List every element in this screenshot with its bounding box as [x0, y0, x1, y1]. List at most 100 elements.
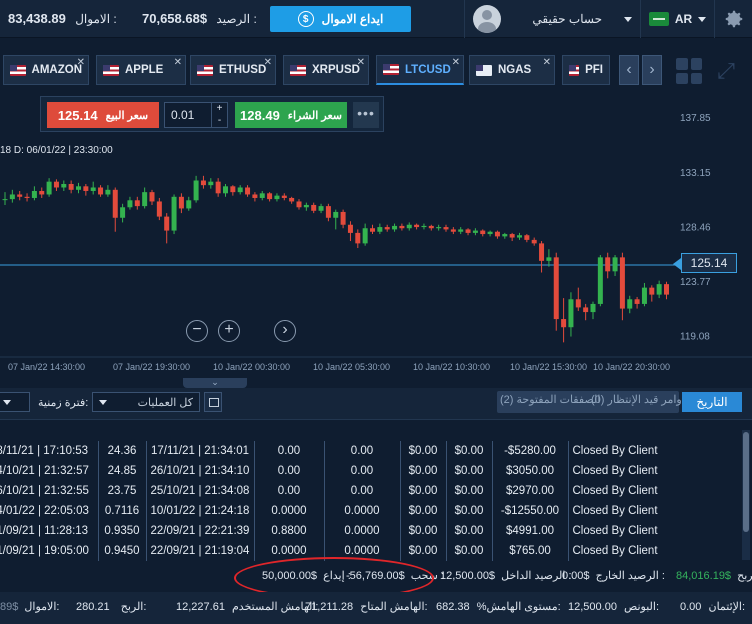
deposit-funds-button[interactable]: $ ايداع الاموال	[270, 6, 411, 32]
tab-ltcusd[interactable]: LTCUSD ✕	[376, 55, 464, 85]
us-flag-icon	[569, 64, 580, 76]
scrollbar[interactable]	[742, 430, 750, 560]
candle-body	[458, 229, 464, 232]
layout-grid-icon[interactable]	[676, 58, 702, 84]
candle-body	[237, 187, 243, 193]
close-time-cell: 10/01/22 | 21:24:18	[146, 501, 255, 521]
swap-cell: $0.00	[400, 461, 447, 481]
tab-ethusd[interactable]: ETHUSD ✕	[190, 55, 276, 85]
more-options-button[interactable]: •••	[353, 102, 379, 128]
tab-amazon[interactable]: AMAZON ✕	[3, 55, 89, 85]
tab-apple[interactable]: APPLE ✕	[96, 55, 186, 85]
tab-open-positions[interactable]: الصفقات المفتوحة (2)	[500, 393, 600, 406]
open-time-cell: 06/10/21 | 21:32:55	[0, 481, 99, 501]
candle-body	[274, 195, 280, 200]
close-icon[interactable]: ✕	[77, 57, 85, 68]
table-row[interactable]: 06/10/21 | 21:32:5523.7525/10/21 | 21:34…	[0, 481, 662, 501]
take-profit-cell: 0.0000	[324, 521, 401, 541]
table-row[interactable]: 08/11/21 | 17:10:5324.3617/11/21 | 21:34…	[0, 441, 662, 461]
status-cell: Closed By Client	[572, 505, 658, 517]
profit-cell: $3050.00	[492, 461, 569, 481]
status-cell: Closed By Client	[572, 445, 658, 457]
table-row[interactable]: 04/01/22 | 22:05:030.711610/01/22 | 21:2…	[0, 501, 662, 521]
candle-body	[68, 183, 74, 190]
close-time-cell: 22/09/21 | 21:19:04	[146, 541, 255, 561]
stepper-buttons[interactable]: + -	[211, 103, 227, 127]
fullscreen-icon[interactable]: ⤢	[713, 58, 739, 84]
open-price-cell: 0.9350	[98, 521, 147, 541]
candle-body	[517, 235, 522, 238]
close-icon[interactable]: ✕	[264, 57, 272, 68]
scroll-chart-button[interactable]: ›	[274, 320, 296, 342]
tab-ngas[interactable]: NGAS ✕	[469, 55, 555, 85]
tab-label: LTCUSD	[405, 63, 451, 76]
commission-cell: $0.00	[446, 461, 493, 481]
settings-button[interactable]	[714, 0, 752, 38]
candle-body	[281, 195, 287, 198]
open-time-cell: 04/10/21 | 21:32:57	[0, 461, 99, 481]
lot-size-stepper[interactable]: 0.01 + -	[164, 102, 228, 128]
candle-body	[605, 257, 611, 272]
timeframe-select[interactable]	[0, 392, 30, 412]
candle-body	[450, 229, 456, 232]
x-tick-label: 07 Jan/22 14:30:00	[8, 362, 85, 372]
gear-icon	[725, 10, 742, 28]
close-icon[interactable]: ✕	[452, 57, 460, 68]
footer-profit-value: 280.21	[76, 601, 110, 613]
candle-body	[149, 192, 155, 202]
top-bar: 83,438.89 الاموال : 70,658.68$ الرصيد : …	[0, 0, 752, 38]
tabs-scroll-left-button[interactable]: ‹	[619, 55, 639, 85]
table-row[interactable]: 21/09/21 | 11:28:130.935022/09/21 | 22:2…	[0, 521, 662, 541]
close-icon[interactable]: ✕	[543, 57, 551, 68]
candle-body	[539, 243, 545, 261]
commission-cell: $0.00	[446, 501, 493, 521]
in-balance: 12,500.00$ الرصيد الداخل :	[440, 569, 572, 582]
in-balance-value: 12,500.00$	[440, 570, 496, 582]
account-selector[interactable]: حساب حقيقي	[464, 0, 640, 38]
sell-button[interactable]: 125.14 سعر البيع	[47, 102, 159, 128]
candle-body	[472, 230, 478, 233]
candle-body	[193, 180, 199, 201]
tab-pfi[interactable]: PFI	[562, 55, 610, 85]
tab-pending-orders[interactable]: أوامر قيد الإنتظار (0)	[591, 393, 685, 406]
tab-history[interactable]: التاريخ	[682, 392, 742, 412]
candle-body	[575, 299, 581, 308]
close-icon[interactable]: ✕	[174, 57, 182, 68]
language-selector[interactable]: AR	[640, 0, 714, 38]
commission-cell: $0.00	[446, 441, 493, 461]
candle-body	[436, 227, 442, 229]
collapse-panel-button[interactable]: ⌄	[183, 378, 247, 388]
candle-body	[480, 230, 486, 235]
stop-loss-cell: 0.8800	[254, 521, 325, 541]
zoom-out-button[interactable]: −	[186, 320, 208, 342]
y-tick-label: 137.85	[680, 113, 711, 124]
close-icon[interactable]: ✕	[357, 57, 365, 68]
tab-xrpusd[interactable]: XRPUSD ✕	[283, 55, 369, 85]
profit-total: 84,016.19$ الربح :	[676, 569, 752, 582]
buy-button[interactable]: 128.49 سعر الشراء	[235, 102, 347, 128]
candle-body	[370, 228, 375, 232]
price-chart[interactable]: 137.85 133.15 128.46 123.77 119.08 07 Jan/22 …	[0, 92, 752, 380]
tabs-scroll-right-button[interactable]: ›	[642, 55, 662, 85]
operations-select[interactable]: كل العمليات	[92, 392, 200, 412]
saudi-flag-icon	[648, 12, 669, 26]
candle-body	[583, 307, 589, 313]
candle-body	[215, 181, 221, 194]
table-row[interactable]: 04/10/21 | 21:32:5724.8526/10/21 | 21:34…	[0, 461, 662, 481]
candle-body	[39, 190, 45, 195]
open-price-cell: 23.75	[98, 481, 147, 501]
open-price-cell: 24.85	[98, 461, 147, 481]
candle-body	[318, 206, 324, 211]
buy-price: 128.49	[240, 107, 280, 123]
candle-body	[259, 193, 265, 198]
candle-body	[362, 228, 368, 244]
open-price-cell: 0.7116	[98, 501, 147, 521]
candle-body	[53, 181, 59, 188]
zoom-in-button[interactable]: +	[218, 320, 240, 342]
candle-body	[171, 196, 177, 231]
ohlc-readout: 18 D: 06/01/22 | 23:30:00	[0, 145, 113, 156]
candle-body	[619, 257, 625, 309]
calendar-icon[interactable]	[204, 392, 222, 412]
candle-body	[296, 201, 302, 208]
candle-body	[223, 186, 228, 194]
